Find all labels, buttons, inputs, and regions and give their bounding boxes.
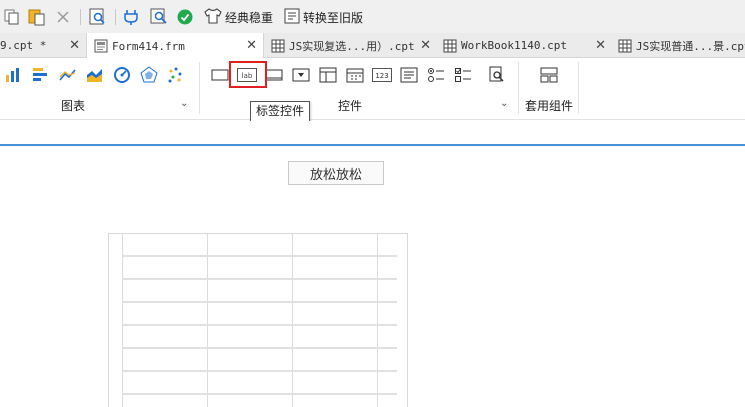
search-doc-icon[interactable]: [150, 8, 168, 26]
area-chart-icon[interactable]: [85, 66, 105, 84]
combobox-icon[interactable]: [291, 66, 311, 84]
radar-chart-icon[interactable]: [139, 66, 159, 84]
tab-label: JS实现普通...景.cpt: [636, 39, 745, 53]
tab-workbook1140[interactable]: WorkBook1140.cpt ✕: [437, 33, 612, 58]
common-group-label: 套用组件: [525, 99, 574, 113]
label-control-highlight: [229, 61, 267, 88]
label-control-tooltip: 标签控件: [250, 101, 311, 122]
horizontal-bar-icon[interactable]: [30, 66, 50, 84]
chevron-down-icon[interactable]: ⌄: [180, 98, 188, 109]
chart-group-label: 图表: [61, 99, 86, 113]
canvas-top-border: [0, 144, 745, 146]
plugin-icon[interactable]: [123, 8, 139, 26]
theme-button[interactable]: 经典稳重: [204, 7, 274, 27]
convert-icon: [284, 8, 300, 27]
group-separator: [518, 62, 519, 114]
close-icon[interactable]: [56, 8, 70, 26]
grid-line: [122, 255, 397, 257]
components-icon[interactable]: [539, 66, 559, 84]
grid-line: [207, 234, 208, 407]
convert-button-label: 转换至旧版: [303, 10, 364, 25]
workbook-icon: [271, 39, 285, 53]
radio-group-icon[interactable]: [426, 66, 446, 84]
grid-line: [122, 347, 397, 349]
tab-label: JS实现复选...用）.cpt: [289, 39, 415, 53]
search-icon[interactable]: [487, 66, 507, 84]
toolbar-separator: [80, 9, 81, 25]
scatter-chart-icon[interactable]: [166, 66, 186, 84]
document-tab-bar: 9.cpt * ✕ Form414.frm ✕ JS实现复选...用）.cpt …: [0, 33, 745, 59]
list-icon[interactable]: [399, 66, 419, 84]
quick-toolbar: 经典稳重 转换至旧版: [0, 0, 745, 33]
svg-text:123: 123: [375, 72, 388, 80]
grid-line: [122, 393, 397, 395]
number-icon[interactable]: 123: [372, 66, 392, 84]
grid-line: [292, 234, 293, 407]
tab-js-checkbox[interactable]: JS实现复选...用）.cpt ✕: [265, 33, 437, 58]
tab-form414[interactable]: Form414.frm ✕: [86, 33, 264, 59]
chevron-down-icon[interactable]: ⌄: [500, 98, 508, 109]
shirt-icon: [204, 7, 222, 27]
theme-button-label: 经典稳重: [225, 10, 274, 25]
grid-line: [122, 324, 397, 326]
line-chart-icon[interactable]: [58, 66, 78, 84]
tab-9-cpt[interactable]: 9.cpt * ✕: [0, 33, 86, 58]
tab-label: 9.cpt *: [0, 39, 47, 52]
bar-chart-icon[interactable]: [3, 66, 23, 84]
checkbox-group-icon[interactable]: [453, 66, 473, 84]
check-circle-icon[interactable]: [177, 8, 193, 26]
grid-line: [122, 278, 397, 280]
grid-line: [122, 301, 397, 303]
textbox-icon[interactable]: [210, 66, 230, 84]
canvas-button-widget[interactable]: 放松放松: [288, 161, 384, 185]
close-icon[interactable]: ✕: [69, 38, 80, 53]
control-group-label: 控件: [338, 99, 363, 113]
report-block-widget[interactable]: [108, 233, 408, 407]
design-canvas[interactable]: 放松放松: [0, 121, 745, 407]
workbook-icon: [443, 39, 457, 53]
grid-line: [122, 234, 123, 407]
gauge-icon[interactable]: [112, 66, 132, 84]
tab-label: WorkBook1140.cpt: [461, 39, 567, 52]
close-icon[interactable]: ✕: [420, 38, 431, 53]
toolbar-separator: [115, 9, 116, 25]
group-separator: [199, 62, 200, 114]
workbook-icon: [618, 39, 632, 53]
group-separator: [578, 62, 579, 114]
copy-icon[interactable]: [4, 8, 20, 26]
close-icon[interactable]: ✕: [246, 38, 257, 53]
convert-button[interactable]: 转换至旧版: [284, 8, 363, 26]
tab-js-normal[interactable]: JS实现普通...景.cpt: [612, 33, 745, 58]
preview-icon[interactable]: [89, 8, 107, 26]
grid-line: [122, 370, 397, 372]
close-icon[interactable]: ✕: [595, 38, 606, 53]
frame-icon[interactable]: [318, 66, 338, 84]
paste-icon[interactable]: [28, 8, 46, 26]
date-icon[interactable]: [345, 66, 365, 84]
ribbon: 图表 ⌄ lab 123 控件 ⌄ 套用组件: [0, 58, 745, 120]
form-file-icon: [94, 39, 108, 53]
textfield-icon[interactable]: [264, 66, 284, 84]
grid-line: [377, 234, 378, 407]
tab-label: Form414.frm: [112, 39, 185, 53]
